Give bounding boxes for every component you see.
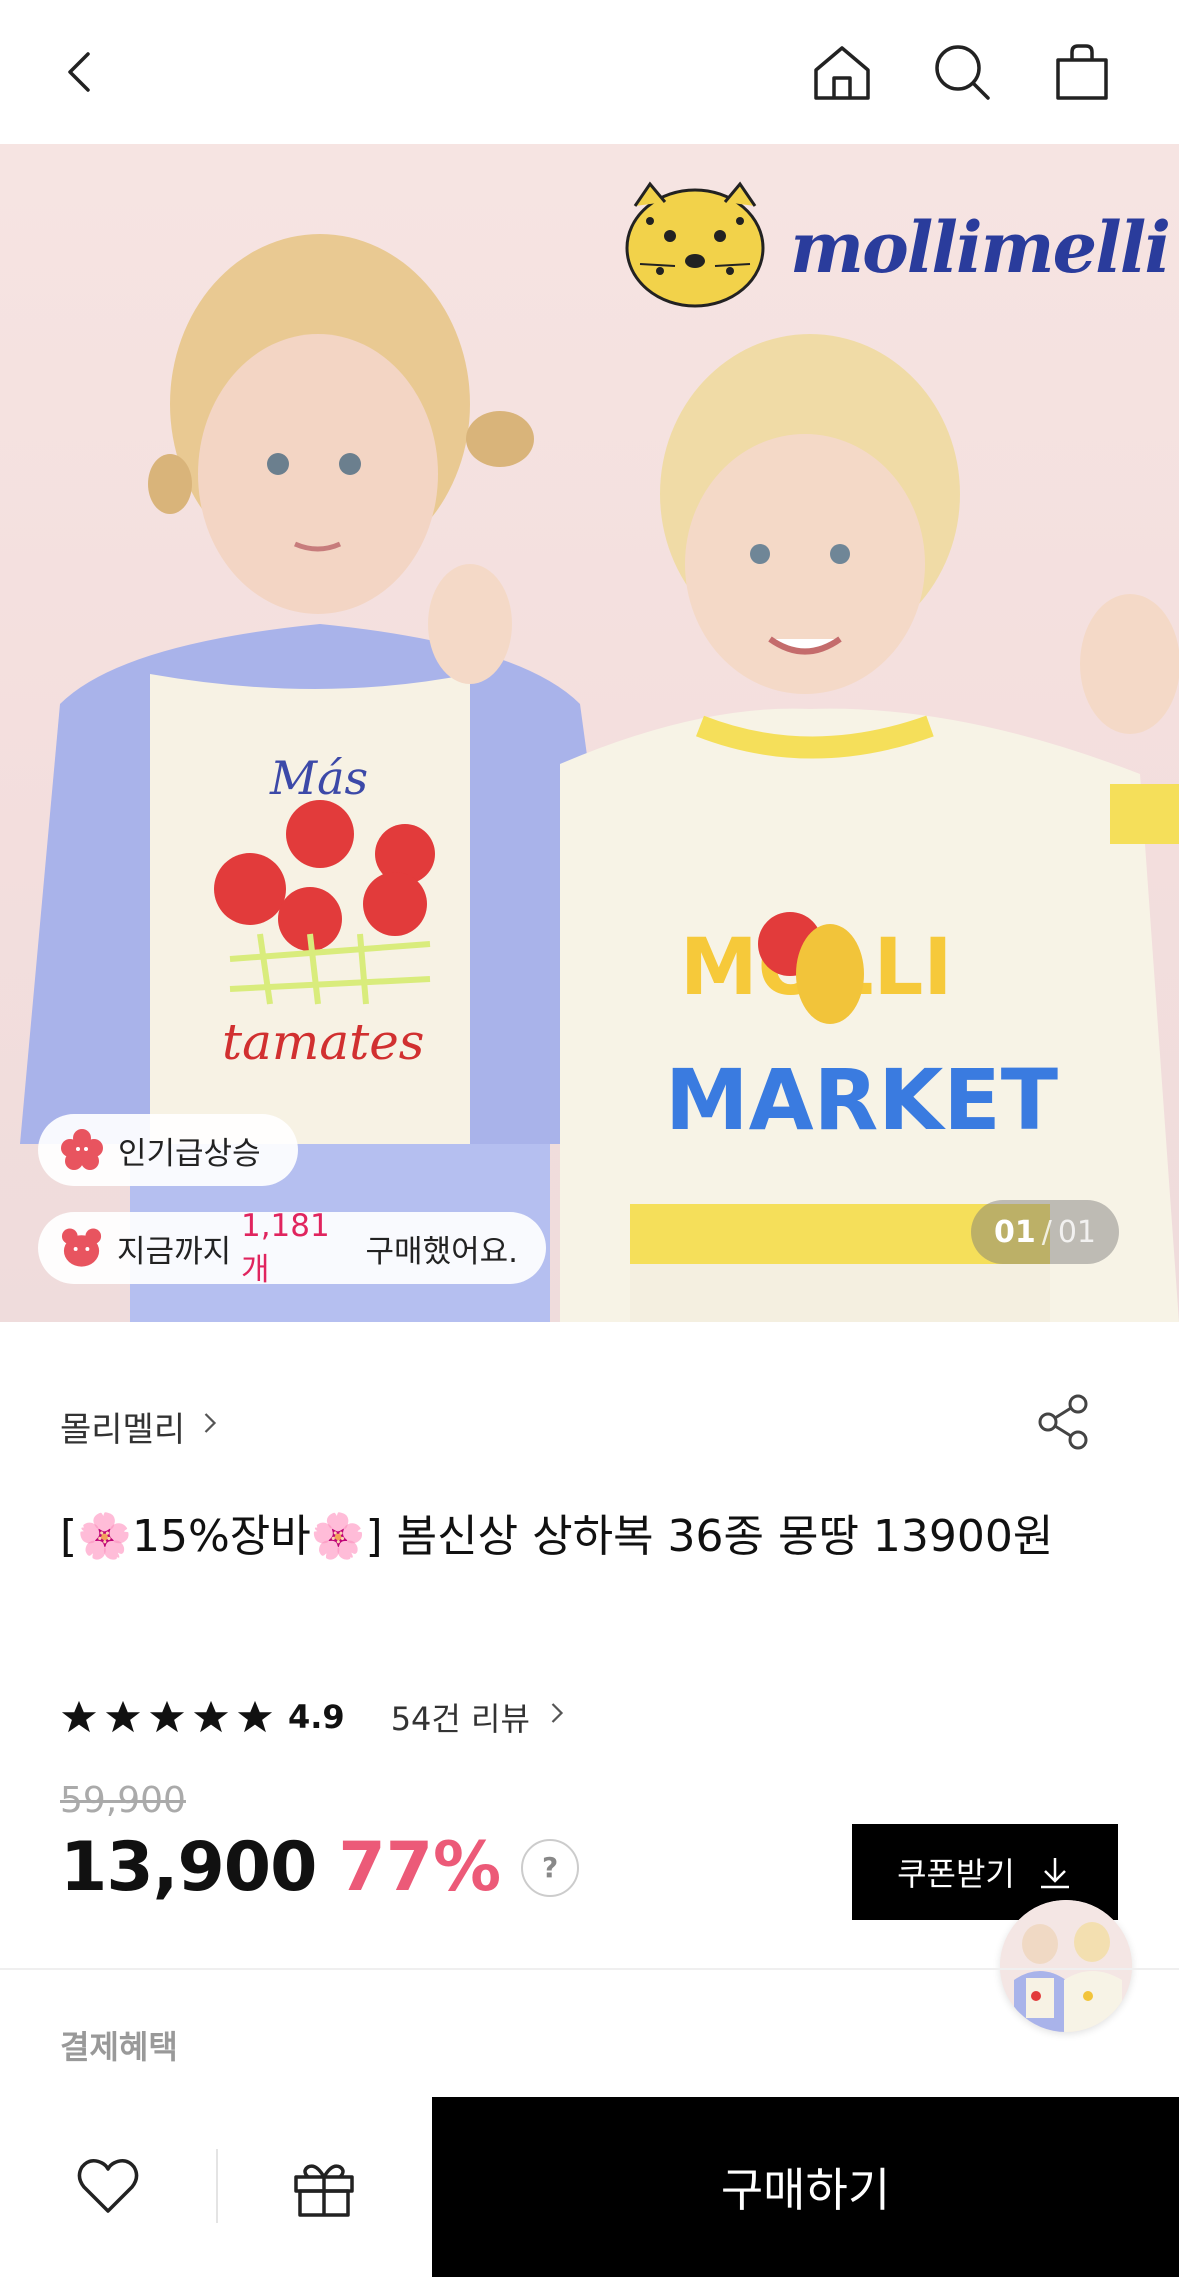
home-icon[interactable] [806,36,878,108]
chevron-right-icon [548,1699,566,1735]
rating-score: 4.9 [288,1698,345,1736]
discount-rate: 77% [338,1828,502,1907]
image-page-indicator: 01 / 01 [971,1200,1119,1264]
title-prefix: [ [60,1511,78,1562]
search-icon[interactable] [926,36,998,108]
bottom-action-bar: 구매하기 [0,2097,1179,2277]
star-rating [60,1698,274,1736]
star-icon [193,1700,229,1733]
product-title: [🌸15%장바🌸] 봄신상 상하복 36종 몽땅 13900원 [60,1502,1120,1572]
rating-row[interactable]: 4.9 54건 리뷰 [60,1692,566,1742]
purchase-count: 1,181개 [240,1207,330,1288]
star-icon [105,1700,141,1733]
download-icon [1040,1858,1069,1889]
top-navigation-bar [0,0,1179,144]
page-total: 01 [1057,1214,1097,1250]
brand-wordmark: mollimelli [790,206,1171,289]
brand-logo: mollimelli [620,176,1171,316]
floating-product-thumbnail[interactable] [1000,1900,1132,2032]
wishlist-button[interactable] [0,2097,216,2277]
gift-icon [294,2164,354,2217]
leopard-logo-icon [625,181,765,308]
back-icon[interactable] [44,36,116,108]
thumbnail-image [1000,1900,1132,2032]
price-row: 13,900 77% ? [60,1828,580,1907]
flower-badge-icon [61,1129,103,1170]
heart-icon [77,2159,139,2213]
section-divider [0,1968,1179,1970]
purchase-suffix: 구매했어요. [355,1233,518,1270]
title-mid: 15%장바 [131,1511,311,1562]
svg-text:tamates: tamates [222,1013,424,1071]
star-icon [149,1700,185,1733]
star-icon [237,1700,273,1733]
chevron-right-icon [201,1409,219,1445]
brand-name: 몰리멜리 [60,1410,186,1450]
page-current: 01 [993,1214,1036,1250]
buy-button[interactable]: 구매하기 [432,2097,1179,2277]
title-suffix: ] 봄신상 상하복 36종 몽땅 13900원 [365,1511,1054,1562]
sale-price: 13,900 [60,1828,317,1907]
review-count-link[interactable]: 54건 리뷰 [391,1694,530,1740]
bear-badge-icon [61,1228,102,1267]
star-icon [61,1700,97,1733]
title-flower-2: 🌸 [310,1511,366,1562]
share-icon[interactable] [1034,1392,1094,1452]
purchase-count-badge: 지금까지 1,181개 구매했어요. [38,1208,546,1288]
title-flower-1: 🌸 [77,1511,132,1562]
gift-button[interactable] [216,2097,432,2277]
coupon-button-label: 쿠폰받기 [897,1855,1015,1893]
purchase-prefix: 지금까지 [117,1233,241,1270]
popular-badge-label: 인기급상승 [118,1135,261,1172]
popular-badge: 인기급상승 [38,1114,298,1186]
product-image-carousel[interactable]: Más tamates MOLLI MARKET mollim [0,144,1179,1322]
svg-text:MARKET: MARKET [665,1051,1058,1149]
price-help-icon[interactable]: ? [521,1838,580,1897]
page-separator: / [1041,1214,1052,1250]
brand-link[interactable]: 몰리멜리 [60,1402,219,1451]
original-price: 59,900 [60,1780,186,1821]
svg-text:Más: Más [269,751,368,805]
shopping-bag-icon[interactable] [1046,36,1118,108]
payment-benefits-heading: 결제혜택 [60,2028,178,2066]
